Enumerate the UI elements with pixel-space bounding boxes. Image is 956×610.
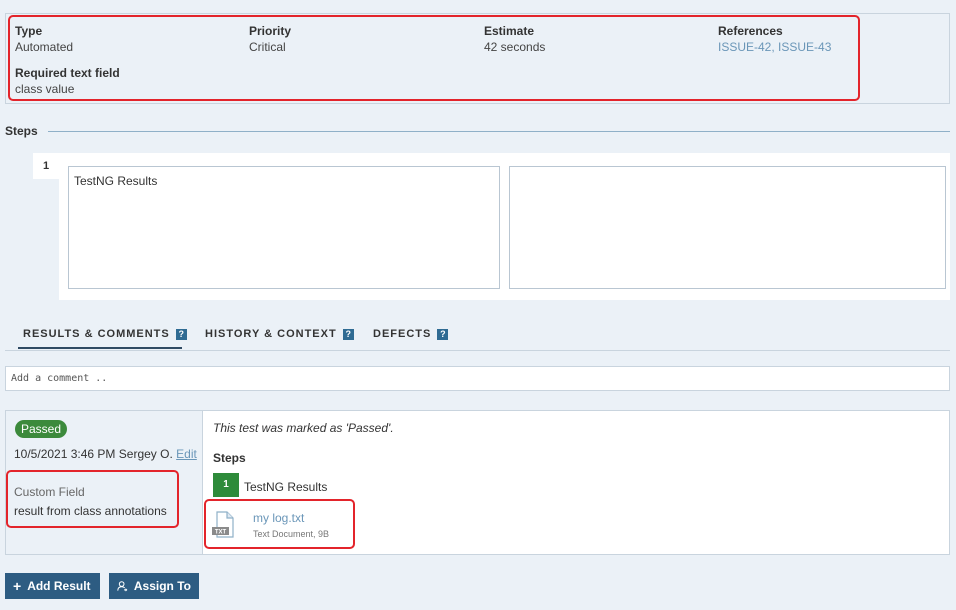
field-estimate: Estimate 42 seconds (484, 24, 545, 54)
help-icon[interactable]: ? (175, 329, 187, 340)
add-result-button[interactable]: + Add Result (5, 573, 100, 599)
help-icon[interactable]: ? (342, 329, 354, 340)
comment-input[interactable] (5, 366, 950, 391)
step-panel: TestNG Results (59, 153, 950, 300)
custom-field-value: result from class annotations (14, 504, 167, 518)
custom-field: Custom Field result from class annotatio… (14, 485, 167, 518)
result-step-number: 1 (213, 473, 239, 497)
step-content: TestNG Results (74, 174, 158, 188)
tab-defects[interactable]: DEFECTS? (373, 328, 449, 340)
field-value: Critical (249, 40, 286, 54)
field-label: References (718, 24, 783, 38)
active-tab-indicator (18, 347, 182, 349)
result-timestamp: 10/5/2021 3:46 PM (14, 447, 116, 461)
field-value: 42 seconds (484, 40, 546, 54)
field-label: Required text field (15, 66, 120, 80)
plus-icon: + (13, 578, 22, 594)
result-meta: 10/5/2021 3:46 PM Sergey O. Edit (14, 447, 197, 461)
test-result: Passed 10/5/2021 3:46 PM Sergey O. Edit … (5, 410, 950, 555)
references-link[interactable]: ISSUE-42, ISSUE-43 (718, 40, 831, 54)
tab-label: RESULTS & COMMENTS (23, 328, 170, 340)
add-result-label: Add Result (27, 579, 91, 593)
steps-heading: Steps (5, 124, 38, 138)
text-file-icon: TXT (212, 511, 234, 538)
field-type: Type Automated (15, 24, 73, 54)
tab-results-comments[interactable]: RESULTS & COMMENTS? (23, 328, 187, 340)
assign-to-button[interactable]: Assign To (109, 573, 199, 599)
assign-to-label: Assign To (133, 579, 191, 593)
file-type-label: TXT (215, 530, 227, 536)
attachment-meta: Text Document, 9B (253, 529, 330, 539)
result-step-text: TestNG Results (244, 480, 328, 494)
step-expected (510, 167, 945, 181)
step-content-box[interactable]: TestNG Results (68, 166, 500, 289)
tabs-divider (5, 350, 950, 351)
field-required-text: Required text field class value (15, 66, 120, 96)
attachment-name[interactable]: my log.txt (253, 511, 304, 525)
tab-label: HISTORY & CONTEXT (205, 328, 337, 340)
field-value: class value (15, 82, 75, 96)
field-label: Estimate (484, 24, 535, 38)
result-message: This test was marked as 'Passed'. (213, 421, 394, 435)
step-expected-box[interactable] (509, 166, 946, 289)
tab-label: DEFECTS (373, 328, 432, 340)
status-badge: Passed (15, 420, 68, 438)
result-steps-heading: Steps (213, 451, 246, 465)
result-user: Sergey O. (118, 447, 173, 461)
custom-field-label: Custom Field (14, 485, 85, 499)
edit-link[interactable]: Edit (176, 447, 197, 461)
test-fields-panel: Type Automated Priority Critical Estimat… (5, 13, 950, 104)
field-value: Automated (15, 40, 74, 54)
steps-divider (48, 131, 950, 132)
field-references: References ISSUE-42, ISSUE-43 (718, 24, 831, 54)
step-number: 1 (33, 153, 59, 179)
field-label: Type (15, 24, 43, 38)
field-label: Priority (249, 24, 292, 38)
result-sidebar: Passed 10/5/2021 3:46 PM Sergey O. Edit … (6, 411, 203, 554)
help-icon[interactable]: ? (437, 329, 449, 340)
field-priority: Priority Critical (249, 24, 291, 54)
tab-history-context[interactable]: HISTORY & CONTEXT? (205, 328, 354, 340)
assign-user-icon (117, 581, 128, 592)
